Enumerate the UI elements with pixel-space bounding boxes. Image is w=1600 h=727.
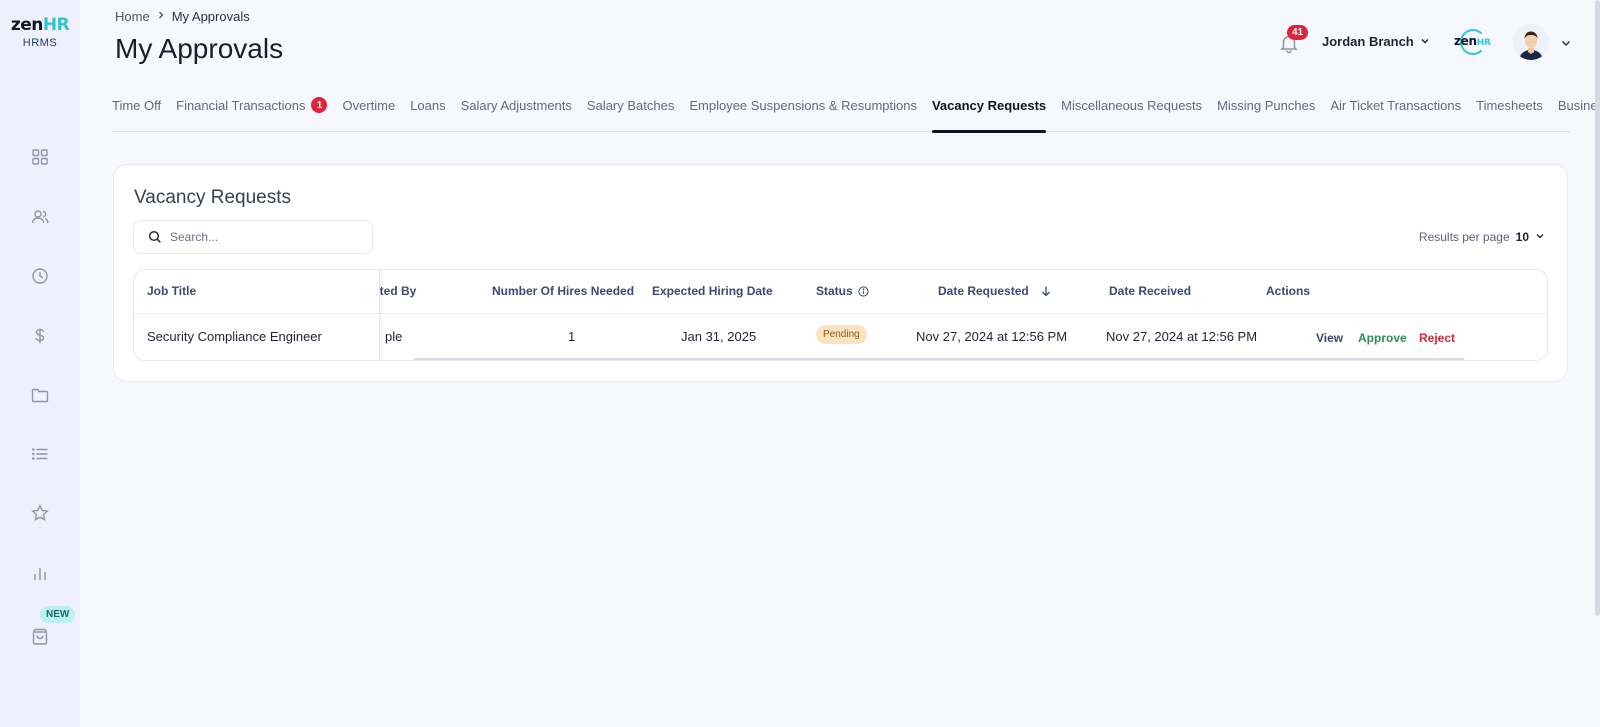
chevron-right-icon	[156, 10, 166, 23]
header-job-title[interactable]: Job Title	[147, 284, 196, 298]
header-expected-hiring-date[interactable]: Expected Hiring Date	[652, 284, 773, 298]
tab-time-off[interactable]: Time Off	[112, 86, 161, 132]
company-logo-text: zenHR	[1454, 34, 1491, 48]
search-icon	[148, 230, 162, 244]
user-menu[interactable]: Jordan Branch	[1322, 34, 1430, 49]
tab-business-trips[interactable]: Business Trips	[1558, 86, 1600, 132]
header-hires-needed[interactable]: Number Of Hires Needed	[492, 284, 634, 298]
page-vertical-scrollbar[interactable]	[1595, 0, 1600, 616]
results-per-page-label: Results per page	[1418, 230, 1510, 244]
users-icon[interactable]	[30, 207, 50, 227]
search-input[interactable]	[170, 230, 360, 244]
reject-button[interactable]: Reject	[1419, 331, 1455, 345]
info-icon[interactable]	[858, 285, 869, 297]
approve-button[interactable]: Approve	[1358, 331, 1407, 345]
breadcrumb: Home My Approvals	[115, 9, 250, 24]
sticky-job-title-column: Job Title Security Compliance Engineer	[134, 270, 380, 360]
new-badge: NEW	[40, 606, 76, 623]
tab-timesheets[interactable]: Timesheets	[1476, 86, 1543, 132]
notification-count-badge: 41	[1287, 25, 1309, 40]
tab-missing-punches[interactable]: Missing Punches	[1217, 86, 1315, 132]
bag-icon[interactable]	[30, 627, 50, 647]
cell-date-requested: Nov 27, 2024 at 12:56 PM	[916, 329, 1068, 344]
star-icon[interactable]	[30, 503, 50, 523]
results-per-page[interactable]: Results per page 10	[1419, 230, 1545, 244]
dashboard-icon[interactable]	[30, 147, 50, 167]
header-date-requested[interactable]: Date Requested	[938, 284, 1052, 298]
table-horizontal-scrollbar[interactable]	[414, 358, 1464, 360]
clock-icon[interactable]	[30, 266, 50, 286]
approval-tabs: Time Off Financial Transactions 1 Overtim…	[112, 86, 1600, 133]
logo-subtitle: HRMS	[22, 37, 58, 49]
cell-date-received: Nov 27, 2024 at 12:56 PM	[1106, 329, 1258, 344]
tab-financial-transactions[interactable]: Financial Transactions 1	[176, 86, 328, 132]
header-status-label: Status	[816, 284, 853, 298]
page-title: My Approvals	[115, 33, 284, 64]
vacancy-requests-table: sted By Number Of Hires Needed Expected …	[133, 269, 1548, 361]
cell-job-title[interactable]: Security Compliance Engineer	[147, 329, 322, 344]
sidebar: zenHR HRMS NEW	[0, 0, 80, 727]
zenhr-logo[interactable]: zenHR HRMS	[10, 15, 70, 49]
card-title: Vacancy Requests	[134, 187, 292, 208]
list-icon[interactable]	[30, 444, 50, 464]
bar-chart-icon[interactable]	[30, 563, 50, 583]
arrow-down-icon	[1040, 285, 1052, 297]
company-logo[interactable]: zenHR	[1452, 29, 1492, 55]
chevron-down-icon	[1535, 230, 1545, 244]
breadcrumb-home[interactable]: Home	[115, 9, 150, 24]
header-actions: Actions	[1266, 284, 1311, 298]
avatar[interactable]	[1513, 24, 1549, 60]
tab-count-badge: 1	[311, 97, 328, 113]
status-badge: Pending	[816, 325, 867, 344]
tab-miscellaneous-requests[interactable]: Miscellaneous Requests	[1061, 86, 1202, 132]
cell-expected-hiring-date: Jan 31, 2025	[681, 329, 757, 344]
tab-vacancy-requests[interactable]: Vacancy Requests	[931, 86, 1047, 133]
vacancy-requests-card: Vacancy Requests Results per page 10 ste…	[113, 164, 1568, 382]
header-date-received[interactable]: Date Received	[1109, 284, 1191, 298]
tab-air-ticket-transactions[interactable]: Air Ticket Transactions	[1330, 86, 1461, 132]
tab-salary-adjustments[interactable]: Salary Adjustments	[461, 86, 572, 132]
header-date-requested-label: Date Requested	[938, 284, 1029, 298]
folder-icon[interactable]	[30, 385, 50, 405]
header-status[interactable]: Status	[816, 284, 869, 298]
cell-hires-needed: 1	[568, 329, 576, 344]
dollar-icon[interactable]	[30, 326, 50, 346]
tab-overtime[interactable]: Overtime	[342, 86, 395, 132]
user-name: Jordan Branch	[1322, 34, 1414, 49]
logo-wordmark: zenHR	[10, 15, 70, 35]
search-box[interactable]	[133, 220, 373, 254]
results-per-page-value: 10	[1515, 230, 1529, 244]
header-divider	[134, 313, 379, 314]
tab-employee-suspensions[interactable]: Employee Suspensions & Resumptions	[689, 86, 917, 132]
avatar-chevron-down-icon[interactable]	[1560, 36, 1572, 48]
cell-requested-by: ple	[385, 329, 403, 344]
tab-salary-batches[interactable]: Salary Batches	[587, 86, 674, 132]
tab-loans[interactable]: Loans	[410, 86, 445, 132]
view-button[interactable]: View	[1316, 331, 1343, 345]
breadcrumb-current: My Approvals	[171, 9, 250, 24]
chevron-down-icon	[1420, 34, 1430, 49]
